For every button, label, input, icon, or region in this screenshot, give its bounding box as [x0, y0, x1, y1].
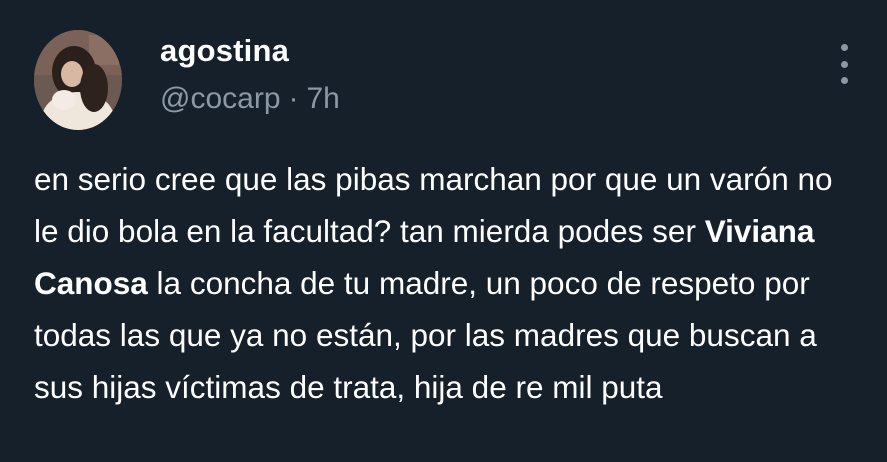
tweet-text-part-2: la concha de tu madre, un poco de respet… [34, 265, 817, 405]
tweet-timestamp[interactable]: 7h [307, 82, 340, 115]
author-display-name[interactable]: agostina [160, 33, 289, 69]
author-handle[interactable]: @cocarp [160, 82, 281, 115]
avatar-photo-icon [34, 30, 122, 130]
meta-separator: · [288, 82, 299, 115]
more-options-button[interactable] [830, 44, 858, 84]
tweet-text: en serio cree que las pibas marchan por … [34, 153, 864, 413]
author-meta: @cocarp · 7h [160, 82, 340, 116]
more-dot-icon [840, 77, 848, 84]
more-dot-icon [840, 44, 848, 51]
tweet-card: agostina @cocarp · 7h en serio cree que la… [0, 0, 887, 462]
more-dot-icon [840, 60, 848, 68]
user-avatar[interactable] [34, 30, 122, 130]
